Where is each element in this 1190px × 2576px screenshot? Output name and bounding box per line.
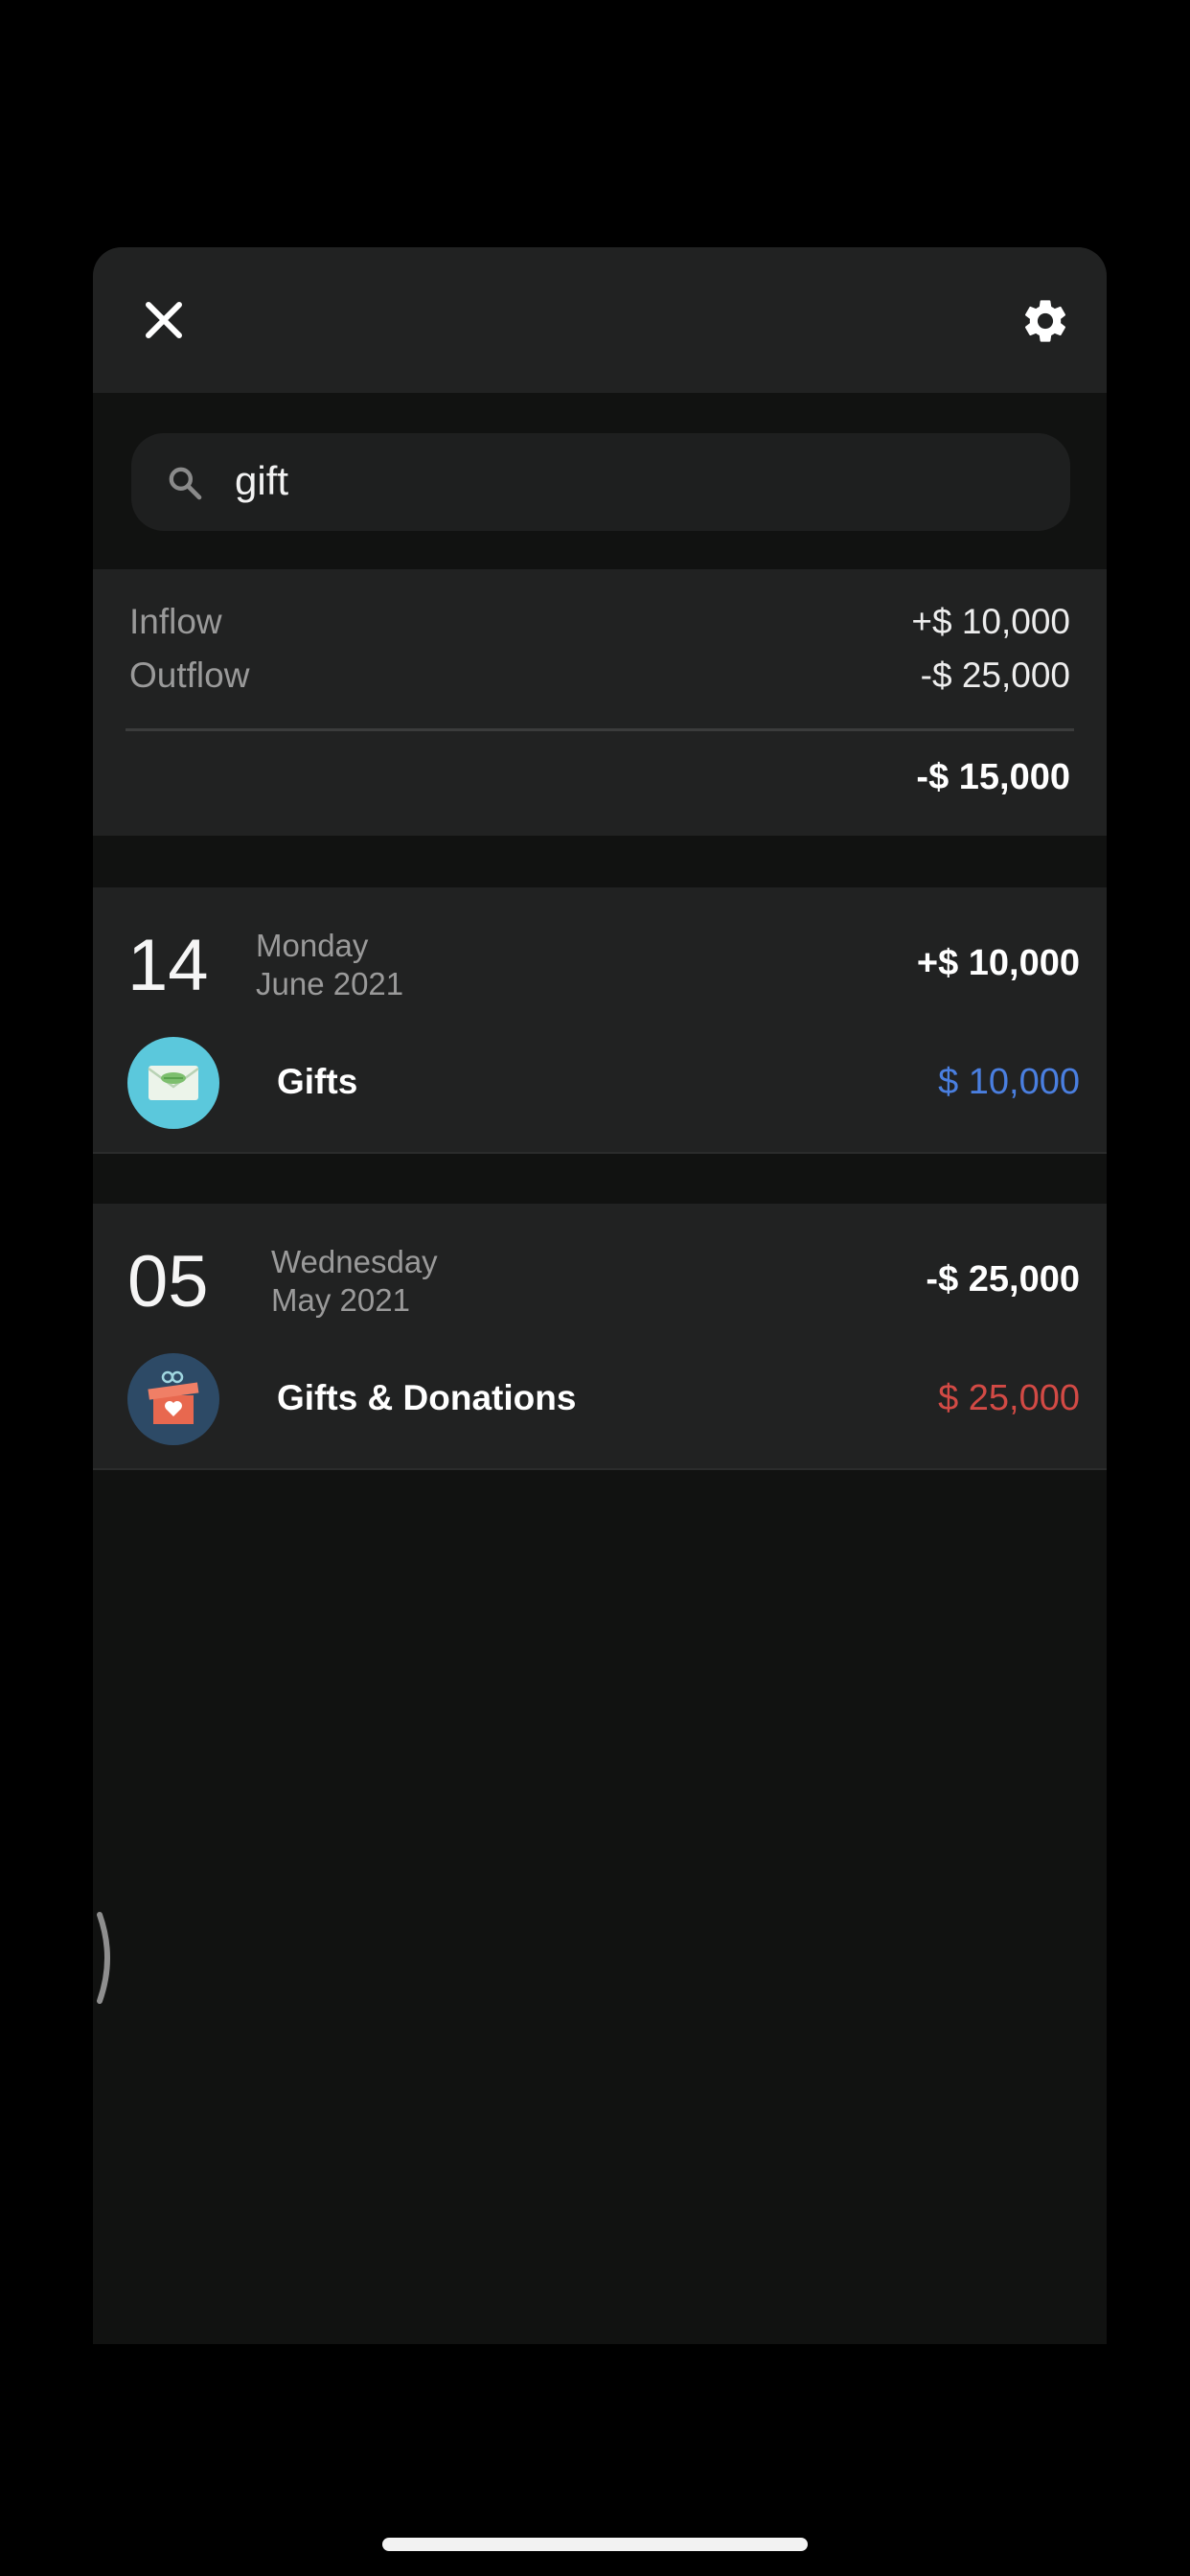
- outflow-value: -$ 25,000: [920, 656, 1070, 695]
- weekday-label: Wednesday: [271, 1244, 438, 1279]
- close-icon: [146, 302, 182, 338]
- search-input[interactable]: gift: [235, 458, 288, 504]
- summary-card: Inflow +$ 10,000 Outflow -$ 25,000 -$ 15…: [93, 569, 1107, 836]
- settings-button[interactable]: [1019, 295, 1071, 347]
- gift-envelope-icon: [127, 1037, 219, 1129]
- day-total: +$ 10,000: [916, 943, 1080, 983]
- transaction-amount: $ 10,000: [938, 1062, 1080, 1102]
- category-name: Gifts & Donations: [277, 1378, 577, 1417]
- inflow-label: Inflow: [129, 602, 222, 641]
- transaction-group-may-05: 05 Wednesday May 2021 -$ 25,000 Gifts & …: [93, 1204, 1107, 1470]
- close-button[interactable]: [141, 297, 187, 343]
- category-name: Gifts: [277, 1062, 358, 1101]
- edge-swipe-handle[interactable]: [96, 1911, 119, 2005]
- search-transactions-sheet: gift Inflow +$ 10,000 Outflow -$ 25,000 …: [93, 247, 1107, 2344]
- month-year-label: June 2021: [256, 966, 404, 1001]
- gear-icon: [1024, 300, 1066, 342]
- top-bar: [93, 247, 1107, 393]
- home-indicator[interactable]: [382, 2538, 808, 2551]
- summary-divider: [126, 728, 1074, 731]
- day-number: 05: [127, 1241, 209, 1322]
- divider: [93, 1468, 1107, 1470]
- net-total: -$ 15,000: [916, 757, 1070, 797]
- weekday-label: Monday: [256, 928, 369, 963]
- day-total: -$ 25,000: [926, 1259, 1080, 1300]
- transaction-group-june-14: 14 Monday June 2021 +$ 10,000 Gifts $ 10…: [93, 887, 1107, 1154]
- inflow-value: +$ 10,000: [911, 602, 1070, 641]
- search-field[interactable]: gift: [131, 433, 1070, 531]
- outflow-label: Outflow: [129, 656, 250, 695]
- month-year-label: May 2021: [271, 1282, 410, 1318]
- search-icon: [169, 467, 202, 500]
- day-number: 14: [127, 925, 209, 1006]
- gift-box-icon: [127, 1353, 219, 1445]
- divider: [93, 1152, 1107, 1154]
- transaction-amount: $ 25,000: [938, 1378, 1080, 1418]
